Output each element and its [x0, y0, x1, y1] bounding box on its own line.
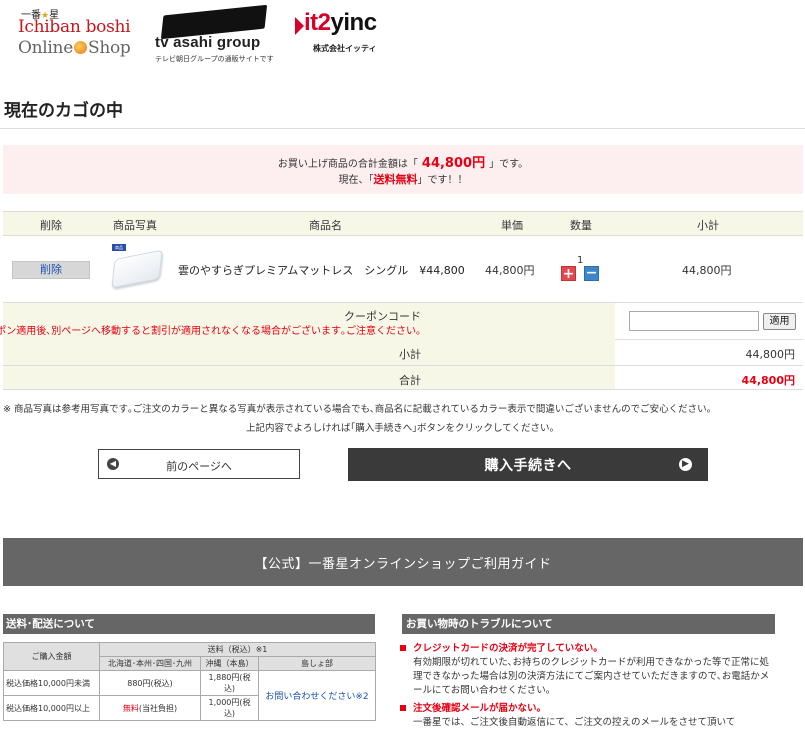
list-item: クレジットカードの決済が完了していない。 有効期限が切れていた､お持ちのクレジッ… — [398, 642, 778, 698]
product-name: 雲のやすらぎプレミアムマットレス シングル ¥44,800 — [178, 264, 465, 277]
ichiban-logo-shop: Online Shop — [18, 38, 131, 58]
coupon-apply-button[interactable]: 適用 — [763, 313, 796, 330]
delete-button[interactable]: 削除 — [12, 261, 90, 279]
it2y-name: it2yinc — [304, 9, 377, 36]
arrow-right-icon: ▶ — [679, 458, 692, 471]
subtotal-row: 小計 44,800円 — [3, 340, 803, 366]
header-delete: 削除 — [40, 219, 62, 232]
header-logos: 一番★星 Ichiban boshi Online Shop tv asahi g… — [0, 0, 805, 70]
back-button-label: 前のページへ — [166, 460, 232, 473]
trouble-body: 有効期限が切れていた､お持ちのクレジットカードが利用できなかった等で正常に処理で… — [413, 657, 770, 696]
total-row: 合計 44,800円 — [3, 366, 803, 390]
shipping-table: ご購入金額 送料（税込）※1 北海道･本州･四国･九州 沖縄（本島） 島しょ部 … — [3, 642, 377, 721]
mattress-image — [111, 249, 163, 289]
summary-shipping-line: 現在、「送料無料」です！！ — [338, 173, 468, 186]
shipping-col-amount: ご購入金額 — [3, 642, 100, 671]
trouble-body: 一番星では、ご注文後自動返信にて、ご注文の控えのメールをさせて頂いて — [413, 717, 736, 728]
trouble-heading: お買い物時のトラブルについて — [402, 614, 775, 634]
checkout-button-label: 購入手続きへ — [484, 458, 572, 474]
region-islands: 島しょ部 — [257, 656, 377, 671]
summary-total-line: お買い上げ商品の合計金額は「 44,800円 」です。 — [277, 156, 529, 171]
divider — [0, 128, 805, 129]
shipping-fee-okinawa: 1,000円(税込) — [200, 695, 259, 721]
shipping-fee-main: 880円(税込) — [99, 670, 201, 696]
tv-asahi-sub: テレビ朝日グループの通販サイトです — [155, 55, 274, 63]
page-title: 現在のカゴの中 — [4, 101, 123, 121]
header-qty: 数量 — [570, 219, 592, 232]
quantity-value: 1 — [577, 255, 584, 266]
header-name: 商品名 — [309, 219, 342, 232]
product-tag: 商品 — [112, 244, 126, 251]
proceed-note: 上記内容でよろしければ｢購入手続きへ｣ボタンをクリックしてください。 — [246, 423, 559, 434]
coupon-code-input[interactable] — [629, 311, 759, 331]
unit-price: 44,800円 — [485, 264, 535, 277]
photo-note: ※ 商品写真は参考用写真です｡ご注文のカラーと異なる写真が表示されている場合でも… — [3, 404, 712, 415]
subtotal-label: 小計 — [399, 348, 421, 361]
bullet-icon — [400, 705, 406, 711]
shipping-fee-main: 無料(当社負担) — [99, 695, 201, 721]
trouble-title: 注文後確認メールが届かない。 — [413, 703, 547, 714]
chevron-icon — [295, 17, 304, 35]
total-value: 44,800円 — [741, 374, 795, 387]
total-label: 合計 — [399, 374, 421, 387]
ball-icon — [73, 41, 87, 54]
cart-item-row: 削除 商品 雲のやすらぎプレミアムマットレス シングル ¥44,800 44,8… — [3, 236, 803, 303]
subtotal-value: 44,800円 — [745, 348, 796, 361]
item-subtotal: 44,800円 — [682, 264, 732, 277]
back-button[interactable]: ◀ 前のページへ — [98, 449, 300, 479]
table-row: 税込価格10,000円未満 880円(税込) 1,880円(税込) お問い合わせ… — [3, 670, 377, 721]
header-price: 単価 — [501, 219, 523, 232]
shipping-amount: 税込価格10,000円以上 — [3, 695, 100, 721]
ichiban-boshi-logo[interactable]: 一番★星 Ichiban boshi Online Shop — [18, 6, 140, 64]
coupon-note: ※クーポン適用後､別ページへ移動すると割引が適用されなくなる場合がございます｡ご… — [0, 326, 421, 337]
quantity-plus-button[interactable]: + — [561, 266, 576, 281]
header-subtotal: 小計 — [697, 219, 719, 232]
shipping-col-fee: 送料（税込）※1 — [98, 642, 377, 657]
trouble-title: クレジットカードの決済が完了していない。 — [413, 643, 603, 654]
order-summary: お買い上げ商品の合計金額は「 44,800円 」です。 現在、「送料無料」です！！ — [3, 145, 803, 194]
bullet-icon — [400, 645, 406, 651]
it2y-sub: 株式会社イッティ — [313, 44, 377, 53]
tv-asahi-name: tv asahi group — [155, 34, 261, 51]
ichiban-logo-name: Ichiban boshi — [18, 17, 131, 37]
guide-banner: 【公式】一番星オンラインショップご利用ガイド — [3, 538, 803, 586]
product-thumbnail[interactable]: 商品 — [110, 244, 163, 290]
cart-header-row: 削除 商品写真 商品名 単価 数量 小計 — [3, 211, 803, 236]
header-photo: 商品写真 — [113, 219, 157, 232]
shipping-amount: 税込価格10,000円未満 — [3, 670, 100, 696]
region-main: 北海道･本州･四国･九州 — [99, 656, 201, 671]
checkout-button[interactable]: 購入手続きへ ▶ — [348, 448, 708, 481]
tv-asahi-logo[interactable]: tv asahi group テレビ朝日グループの通販サイトです — [153, 4, 283, 64]
quantity-minus-button[interactable]: − — [584, 266, 599, 281]
islands-contact-link[interactable]: お問い合わせください※2 — [257, 670, 377, 721]
trouble-list: クレジットカードの決済が完了していない。 有効期限が切れていた､お持ちのクレジッ… — [398, 642, 778, 730]
summary-amount: 44,800円 — [421, 156, 486, 171]
shipping-heading: 送料･配送について — [3, 614, 375, 634]
free-shipping-text: 送料無料 — [373, 173, 418, 186]
list-item: 注文後確認メールが届かない。 一番星では、ご注文後自動返信にて、ご注文の控えのメ… — [398, 702, 778, 730]
region-okinawa: 沖縄（本島） — [200, 656, 259, 671]
shipping-fee-okinawa: 1,880円(税込) — [200, 670, 259, 696]
coupon-row: クーポンコード ※クーポン適用後､別ページへ移動すると割引が適用されなくなる場合… — [0, 303, 803, 340]
it2y-logo[interactable]: it2yinc 株式会社イッティ — [295, 8, 405, 58]
